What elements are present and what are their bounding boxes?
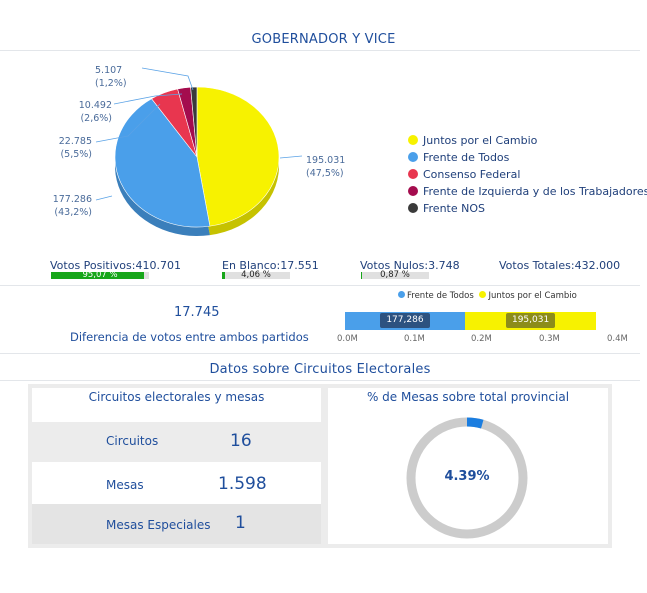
difference-divider xyxy=(0,353,640,354)
legend-dot xyxy=(398,291,405,298)
donut-value-arc xyxy=(466,417,484,429)
axis-tick: 0.3M xyxy=(539,334,560,344)
stacked-x-axis: 0.0M 0.1M 0.2M 0.3M 0.4M xyxy=(337,334,628,346)
progress-text-nulos: 0,87 % xyxy=(380,270,410,280)
progress-text-blanco: 4,06 % xyxy=(241,270,271,280)
row-value: 1 xyxy=(235,513,246,533)
table-row: Mesas 1.598 xyxy=(32,462,321,502)
legend-dot xyxy=(408,135,418,145)
stat-votos-totales: Votos Totales:432.000 xyxy=(499,259,621,272)
difference-label: Diferencia de votos entre ambos partidos xyxy=(70,330,309,344)
row-label: Mesas Especiales xyxy=(106,518,211,532)
axis-tick: 0.2M xyxy=(471,334,492,344)
legend-item-frente-de-todos[interactable]: Frente de Todos xyxy=(408,150,647,166)
axis-tick: 0.1M xyxy=(404,334,425,344)
axis-tick: 0.0M xyxy=(337,334,358,344)
row-label: Circuitos xyxy=(106,434,159,448)
donut-value: 4.39% xyxy=(444,469,490,484)
legend-item-juntos[interactable]: Juntos por el Cambio xyxy=(408,133,647,149)
bar-label-juntos-por-el-cambio: 195,031 xyxy=(505,313,556,328)
section-title-circuitos: Datos sobre Circuitos Electorales xyxy=(209,362,431,377)
stacked-bar-chart: 177,286 195,031 xyxy=(345,312,615,330)
legend-dot xyxy=(408,186,418,196)
table-row: Circuitos 16 xyxy=(32,422,321,462)
row-value: 1.598 xyxy=(218,474,267,494)
stacked-legend: Frente de Todos Juntos por el Cambio xyxy=(398,291,577,301)
circuits-table: Circuitos electorales y mesas Circuitos … xyxy=(32,388,321,544)
mesas-donut-panel: % de Mesas sobre total provincial 4.39% xyxy=(328,388,608,544)
table-row: Mesas Especiales 1 xyxy=(32,504,321,544)
pie-legend: Juntos por el Cambio Frente de Todos Con… xyxy=(408,133,647,217)
legend-dot xyxy=(408,152,418,162)
difference-value: 17.745 xyxy=(174,305,220,320)
donut-title: % de Mesas sobre total provincial xyxy=(366,390,570,404)
section-divider xyxy=(0,380,640,381)
legend-item-izquierda[interactable]: Frente de Izquierda y de los Trabajadore… xyxy=(408,184,647,200)
legend-dot xyxy=(408,169,418,179)
table-title: Circuitos electorales y mesas xyxy=(88,390,265,404)
legend-item-consenso[interactable]: Consenso Federal xyxy=(408,167,647,183)
row-label: Mesas xyxy=(106,478,144,492)
row-value: 16 xyxy=(230,431,252,451)
pie-leader-lines xyxy=(95,67,303,201)
bar-label-frente-de-todos: 177,286 xyxy=(380,313,430,328)
legend-item-frente-nos[interactable]: Frente NOS xyxy=(408,201,647,217)
progress-text-positivos: 95,07 % xyxy=(82,270,118,280)
axis-tick: 0.4M xyxy=(607,334,628,344)
stats-divider xyxy=(0,285,640,286)
legend-dot xyxy=(408,203,418,213)
legend-dot xyxy=(479,291,487,298)
